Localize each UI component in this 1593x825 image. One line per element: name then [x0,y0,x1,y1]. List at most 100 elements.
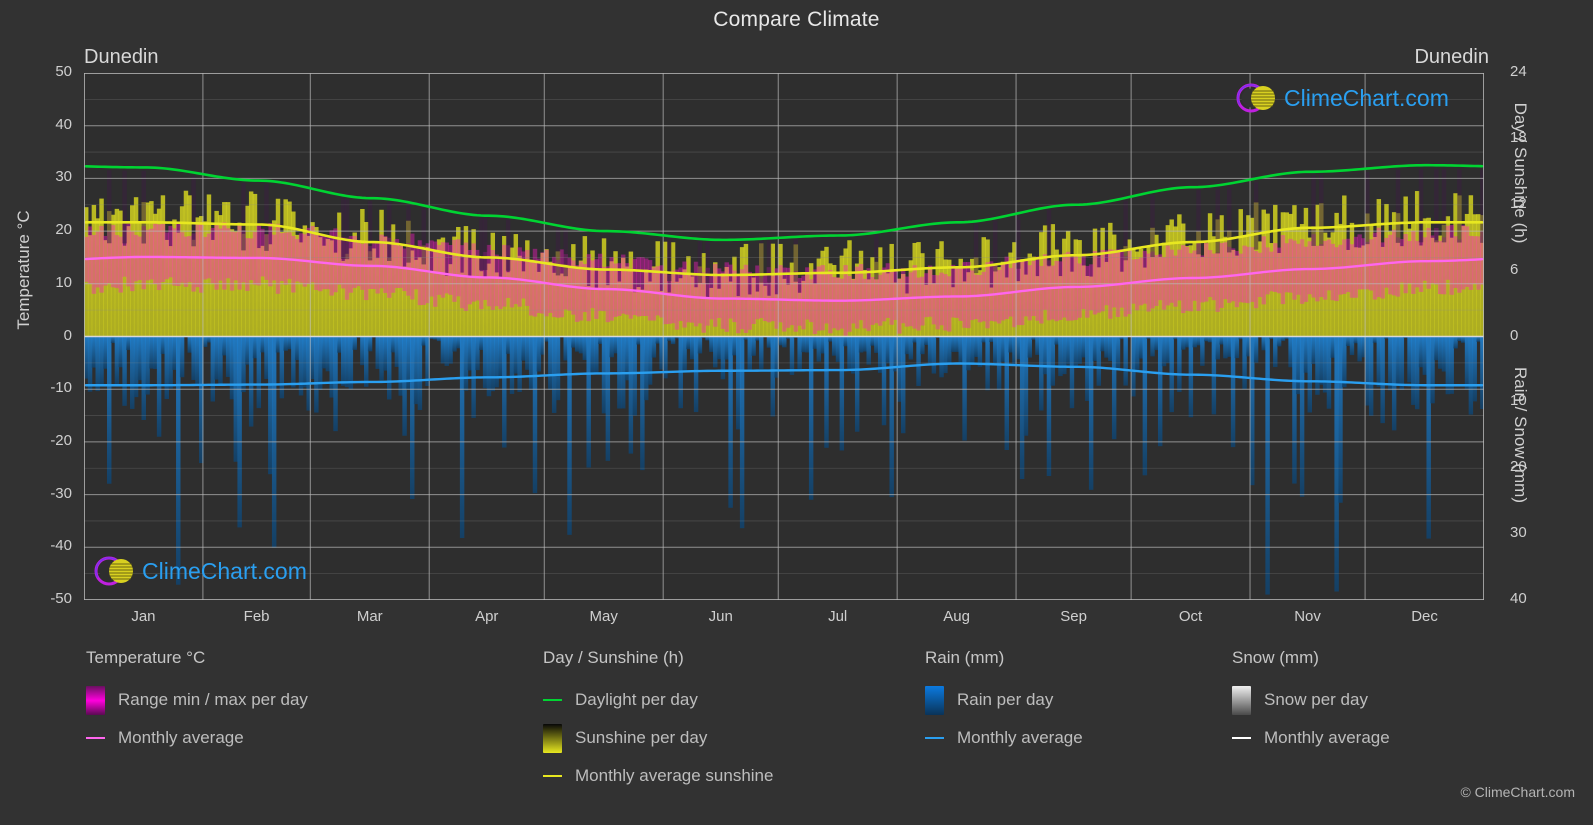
rain-bar [1422,336,1428,375]
legend-item[interactable]: Monthly average sunshine [543,757,773,795]
overcast-streak [264,183,269,251]
temperature-range-bar [732,270,737,323]
temperature-range-bar [513,259,519,305]
rain-bar [222,336,227,356]
temperature-range-bar [1188,253,1194,312]
temperature-range-bar [1322,240,1328,300]
overcast-streak [1395,169,1401,243]
rain-bar [555,336,561,401]
rain-bar [1299,336,1305,497]
rain-bar [805,336,810,353]
rain-bar [1039,336,1044,411]
rain-bar [1426,336,1431,539]
overcast-streak [1253,181,1259,250]
legend-item[interactable]: Monthly average [86,719,308,757]
rain-bar [644,336,649,401]
temperature-range-bar [1165,245,1171,306]
rain-bar [1345,336,1351,346]
rain-bar [153,336,158,369]
rain-bar [298,336,304,396]
rain-bar [1131,336,1136,397]
legend-item[interactable]: Monthly average [1232,719,1390,757]
temperature-range-bar [947,276,952,332]
rain-bar [1073,336,1079,367]
rain-bar [739,336,745,529]
legend-item[interactable]: Daylight per day [543,681,773,719]
rain-bar [1349,336,1355,356]
legend-swatch-line [925,737,944,739]
temperature-range-bar [1430,235,1435,284]
temperature-range-bar [1069,256,1075,321]
legend-swatch-box [1232,685,1251,715]
rain-bar [294,336,300,361]
legend-item[interactable]: Rain per day [925,681,1083,719]
rain-bar [1207,336,1213,343]
rain-bar [920,336,925,355]
rain-bar [1453,336,1458,349]
legend-item[interactable]: Sunshine per day [543,719,773,757]
x-tick-dec: Dec [1411,608,1438,625]
temperature-range-bar [762,274,768,322]
rain-bar [340,336,346,386]
temperature-range-bar [908,272,914,327]
rain-bar [1437,336,1443,369]
rain-bar [448,336,453,364]
temperature-range-bar [183,236,189,287]
temperature-range-bar [383,236,388,293]
rain-bar [126,336,131,351]
temperature-range-bar [644,258,649,316]
y-tick-right-day: 6 [1510,260,1519,278]
temperature-range-bar [137,236,143,281]
temperature-range-bar [287,232,292,279]
overcast-streak [1215,188,1220,254]
rain-bar [747,336,752,372]
rain-bar [1016,336,1021,360]
rain-bar [352,336,357,350]
temperature-range-bar [1238,253,1243,303]
climechart-logo-secondary[interactable]: ClimeChart.com [92,551,307,591]
temperature-range-bar [160,223,166,283]
temperature-range-bar [900,268,906,324]
temperature-range-bar [1173,255,1178,307]
y-tick-left: 10 [55,273,72,291]
rain-bar [532,336,538,494]
temperature-range-bar [356,239,361,287]
temperature-range-bar [1422,237,1428,281]
legend-item[interactable]: Monthly average [925,719,1083,757]
rain-bar [874,336,879,353]
temperature-range-bar [337,236,342,285]
rain-bar [1353,336,1359,344]
rain-bar [218,336,223,385]
temperature-range-bar [1004,256,1009,319]
rain-bar [137,336,143,381]
legend-group-snow-mm: Snow (mm) Snow per day Monthly average [1232,648,1390,757]
legend-item[interactable]: Snow per day [1232,681,1390,719]
rain-bar [655,336,660,344]
location-label-left: Dunedin [84,46,159,68]
rain-bar [521,336,526,361]
rain-bar [291,336,296,388]
rain-bar [651,336,657,358]
climechart-logo[interactable]: ClimeChart.com [1234,78,1449,118]
rain-bar [1250,336,1255,486]
temperature-range-bar [916,277,921,331]
overcast-streak [793,238,799,282]
temperature-range-bar [145,229,150,281]
rain-bar [835,336,841,362]
x-tick-jun: Jun [708,608,733,625]
rain-bar [383,336,388,371]
legend-item[interactable]: Range min / max per day [86,681,308,719]
climechart-logo-text-secondary: ClimeChart.com [142,557,307,584]
overcast-streak [555,227,561,276]
rain-bar [1330,336,1336,358]
temperature-range-bar [548,262,553,313]
rain-bar [563,336,568,361]
temperature-range-bar [724,262,729,332]
rain-bar [1077,336,1082,364]
rain-bar [229,336,235,400]
temperature-range-bar [578,261,584,321]
temperature-range-bar [1142,250,1148,304]
rain-bar [103,336,108,369]
y-tick-left: 50 [55,63,72,80]
rain-bar [1307,336,1312,413]
